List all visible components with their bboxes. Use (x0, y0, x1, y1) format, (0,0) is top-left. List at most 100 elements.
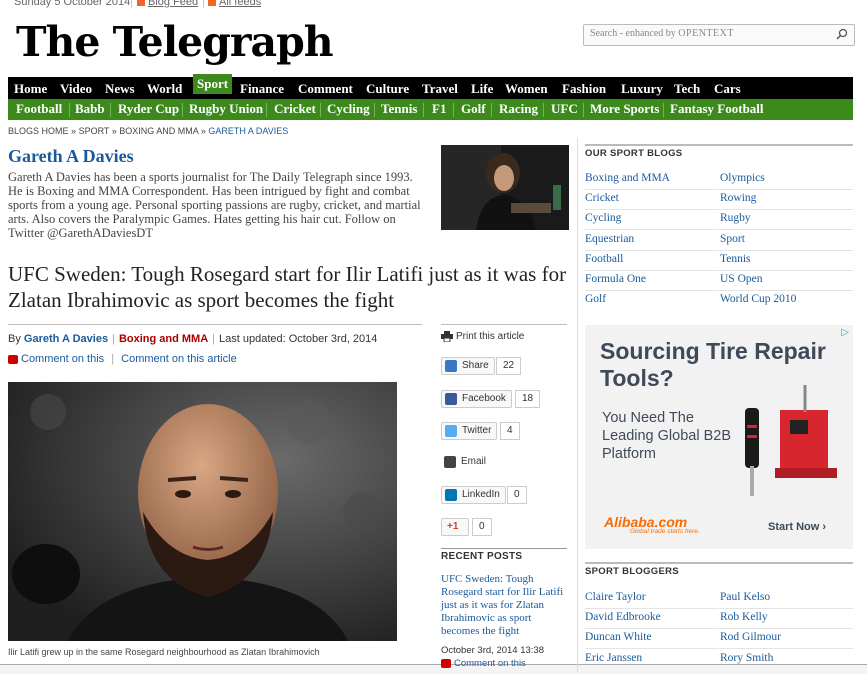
last-updated: Last updated: October 3rd, 2014 (219, 333, 378, 345)
comment-on-article-link[interactable]: Comment on this article (121, 353, 237, 365)
subnav-cycling[interactable]: Cycling (327, 101, 370, 117)
nav-comment[interactable]: Comment (298, 81, 353, 97)
comment-icon (441, 658, 451, 668)
search-icon[interactable] (836, 28, 848, 40)
byline-author-link[interactable]: Gareth A Davies (24, 333, 108, 345)
nav-luxury[interactable]: Luxury (621, 81, 663, 97)
blog-link[interactable]: Formula One (585, 273, 646, 285)
nav-fashion[interactable]: Fashion (562, 81, 606, 97)
facebook-count: 18 (515, 390, 541, 408)
ad-start-now-button[interactable]: Start Now › (768, 521, 826, 533)
our-sport-blogs-title: OUR SPORT BLOGS (585, 148, 683, 159)
blog-link[interactable]: Rowing (720, 192, 756, 204)
nav-cars[interactable]: Cars (714, 81, 741, 97)
blog-link[interactable]: Boxing and MMA (585, 172, 670, 184)
search-input[interactable]: Search - enhanced by OPENTEXT (583, 24, 855, 46)
blogger-link[interactable]: Duncan White (585, 631, 652, 643)
blog-link[interactable]: US Open (720, 273, 763, 285)
comment-on-this-link[interactable]: Comment on this (21, 353, 104, 365)
blog-link[interactable]: Rugby (720, 212, 751, 224)
blog-link[interactable]: Sport (720, 233, 745, 245)
sidebar-border (577, 138, 578, 673)
search-placeholder: Search - enhanced by OPENTEXT (590, 28, 734, 39)
nav-life[interactable]: Life (471, 81, 493, 97)
date-text: Sunday 5 October 2014 (14, 0, 131, 8)
sport-bloggers-title: SPORT BLOGGERS (585, 566, 679, 577)
blog-feed-link[interactable]: Blog Feed (137, 0, 198, 8)
nav-tech[interactable]: Tech (674, 81, 700, 97)
blog-link[interactable]: Cycling (585, 212, 621, 224)
subnav-golf[interactable]: Golf (461, 101, 486, 117)
byline-category-link[interactable]: Boxing and MMA (119, 333, 208, 345)
blog-link[interactable]: Golf (585, 293, 606, 305)
nav-women[interactable]: Women (505, 81, 548, 97)
subnav-f1[interactable]: F1 (432, 101, 446, 117)
breadcrumb-boxing-mma[interactable]: BOXING AND MMA (119, 126, 198, 136)
blog-link[interactable]: World Cup 2010 (720, 293, 796, 305)
ad-subtext: You Need The Leading Global B2B Platform (602, 410, 731, 462)
blogger-link[interactable]: Rory Smith (720, 652, 773, 664)
tire-tool-icon (745, 385, 837, 496)
print-article-button[interactable]: Print this article (441, 331, 524, 343)
blogger-link[interactable]: Eric Janssen (585, 652, 642, 664)
blog-link[interactable]: Tennis (720, 253, 751, 265)
recent-post-comment[interactable]: Comment on this (441, 658, 526, 669)
author-name[interactable]: Gareth A Davies (8, 146, 134, 167)
subnav-babb[interactable]: Babb (75, 101, 105, 117)
subnav-football[interactable]: Football (16, 101, 62, 117)
comments-row: Comment on this | Comment on this articl… (8, 353, 237, 365)
blog-link[interactable]: Football (585, 253, 623, 265)
google-plus-count: 0 (472, 518, 492, 536)
ad-choices-icon[interactable]: ▷ (841, 327, 849, 338)
main-nav: Home Video News World Sport Finance Comm… (8, 74, 853, 100)
nav-finance[interactable]: Finance (240, 81, 284, 97)
nav-video[interactable]: Video (60, 81, 92, 97)
blogger-link[interactable]: Paul Kelso (720, 591, 770, 603)
breadcrumb-blogs-home[interactable]: BLOGS HOME (8, 126, 69, 136)
blogger-link[interactable]: Rod Gilmour (720, 631, 781, 643)
article-photo (8, 382, 397, 641)
photo-caption: Ilir Latifi grew up in the same Rosegard… (8, 647, 320, 657)
nav-world[interactable]: World (147, 81, 182, 97)
divider (585, 144, 853, 146)
blog-link[interactable]: Equestrian (585, 233, 634, 245)
subnav-racing[interactable]: Racing (499, 101, 538, 117)
author-photo (441, 145, 569, 230)
blog-link[interactable]: Olympics (720, 172, 765, 184)
breadcrumb-author[interactable]: GARETH A DAVIES (208, 126, 288, 136)
nav-news[interactable]: News (105, 81, 135, 97)
subnav-tennis[interactable]: Tennis (381, 101, 417, 117)
twitter-icon (445, 425, 457, 437)
rss-icon (137, 0, 145, 7)
subnav-rugby-union[interactable]: Rugby Union (189, 101, 263, 117)
all-feeds-link[interactable]: All feeds (208, 0, 261, 8)
subnav-ufc[interactable]: UFC (551, 101, 578, 117)
breadcrumb-sport[interactable]: SPORT (79, 126, 110, 136)
printer-icon (441, 331, 453, 343)
linkedin-count: 0 (507, 486, 527, 504)
byline: By Gareth A Davies | Boxing and MMA | Last u… (8, 333, 378, 345)
nav-sport[interactable]: Sport (193, 74, 233, 94)
recent-post-link[interactable]: UFC Sweden: Tough Rosegard start for Ili… (441, 573, 567, 638)
share-icon (445, 360, 457, 372)
telegraph-logo[interactable]: The Telegraph (16, 14, 334, 70)
facebook-icon (445, 393, 457, 405)
advertisement[interactable]: ▷ Sourcing Tire Repair Tools? You Need T… (585, 325, 853, 549)
author-bio: Gareth A Davies has been a sports journa… (8, 170, 421, 240)
subnav-more-sports[interactable]: More Sports (590, 101, 659, 117)
blogger-link[interactable]: Claire Taylor (585, 591, 646, 603)
nav-culture[interactable]: Culture (366, 81, 409, 97)
recent-posts-title: RECENT POSTS (441, 551, 523, 562)
comment-icon (8, 354, 18, 364)
nav-travel[interactable]: Travel (422, 81, 458, 97)
blog-link[interactable]: Cricket (585, 192, 619, 204)
divider (585, 562, 853, 564)
subnav-fantasy-football[interactable]: Fantasy Football (670, 101, 764, 117)
blogger-link[interactable]: David Edbrooke (585, 611, 661, 623)
share-count: 22 (496, 357, 522, 375)
recent-post-date: October 3rd, 2014 13:38 (441, 645, 544, 656)
nav-home[interactable]: Home (14, 81, 47, 97)
subnav-cricket[interactable]: Cricket (274, 101, 316, 117)
subnav-ryder-cup[interactable]: Ryder Cup (118, 101, 179, 117)
blogger-link[interactable]: Rob Kelly (720, 611, 768, 623)
